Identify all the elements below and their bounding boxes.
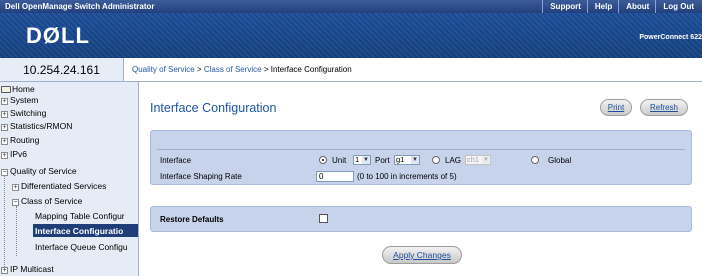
shaping-rate-input[interactable]: 0 <box>316 171 354 182</box>
interface-panel: Interface Unit 1 ▼ Port g1 ▼ LAG ch1 ▼ G… <box>150 130 692 185</box>
sidebar-item-diffserv[interactable]: + Differentiated Services <box>12 181 106 191</box>
port-value: g1 <box>396 155 405 164</box>
sidebar-item-cos[interactable]: − Class of Service <box>12 196 82 206</box>
unit-label: Unit <box>332 156 347 165</box>
sidebar: Home + System + Switching + Statistics/RMON… <box>0 82 139 276</box>
app-title: Dell OpenManage Switch Administrator <box>5 2 155 11</box>
ip-address: 10.254.24.161 <box>0 58 124 82</box>
expand-icon[interactable]: + <box>1 98 8 105</box>
dell-logo: DØLL <box>26 23 90 48</box>
collapse-icon[interactable]: − <box>12 199 19 206</box>
sidebar-item-switching[interactable]: + Switching <box>1 108 46 118</box>
sidebar-item-label: Interface Queue Configu <box>35 242 128 252</box>
collapse-icon[interactable]: − <box>1 169 8 176</box>
page-title: Interface Configuration <box>150 101 277 115</box>
restore-panel: Restore Defaults <box>150 206 692 232</box>
expand-icon[interactable]: + <box>1 124 8 131</box>
sidebar-item-label: Differentiated Services <box>21 181 107 191</box>
expand-icon[interactable]: + <box>1 152 8 159</box>
breadcrumb-bar: Quality of Service > Class of Service > … <box>124 58 702 82</box>
sidebar-item-home[interactable]: Home <box>1 84 35 94</box>
tree-line <box>16 206 17 256</box>
expand-icon[interactable]: + <box>1 111 8 118</box>
breadcrumb-current: Interface Configuration <box>270 65 352 74</box>
lag-radio[interactable] <box>432 156 440 164</box>
restore-defaults-checkbox[interactable] <box>319 214 328 223</box>
panel-divider <box>157 149 685 150</box>
sidebar-item-interface-queue[interactable]: Interface Queue Configu <box>35 242 128 252</box>
global-label: Global <box>548 156 572 165</box>
sidebar-item-label: Quality of Service <box>10 166 77 176</box>
sidebar-item-label: System <box>10 95 39 105</box>
sidebar-item-label: IPv6 <box>10 149 28 159</box>
sidebar-item-label: Switching <box>10 108 47 118</box>
breadcrumb: Quality of Service > Class of Service > … <box>132 65 352 74</box>
shaping-rate-hint: (0 to 100 in increments of 5) <box>357 172 457 181</box>
sidebar-item-qos[interactable]: − Quality of Service <box>1 166 77 176</box>
lag-select[interactable]: ch1 ▼ <box>465 155 491 165</box>
chevron-down-icon: ▼ <box>362 156 370 164</box>
breadcrumb-separator: > <box>194 65 204 74</box>
sidebar-item-ip-multicast[interactable]: + IP Multicast <box>1 264 54 274</box>
sidebar-item-label: Mapping Table Configur <box>35 211 125 221</box>
port-select[interactable]: g1 ▼ <box>394 155 420 165</box>
chevron-down-icon: ▼ <box>411 156 419 164</box>
sidebar-item-label: Interface Configuratio <box>35 226 124 236</box>
refresh-button[interactable]: Refresh <box>640 99 688 116</box>
tree-line <box>4 176 5 271</box>
sidebar-item-routing[interactable]: + Routing <box>1 135 39 145</box>
sidebar-item-ipv6[interactable]: + IPv6 <box>1 149 27 159</box>
chevron-down-icon: ▼ <box>482 156 490 164</box>
sidebar-item-label: Statistics/RMON <box>10 121 73 131</box>
sidebar-item-label: Class of Service <box>21 196 83 206</box>
sidebar-item-label: Home <box>12 84 35 94</box>
about-link[interactable]: About <box>618 0 655 13</box>
restore-defaults-label: Restore Defaults <box>160 215 224 224</box>
unit-radio[interactable] <box>319 156 327 164</box>
sidebar-item-label: Routing <box>10 135 40 145</box>
breadcrumb-separator: > <box>261 65 271 74</box>
expand-icon[interactable]: + <box>1 267 8 274</box>
sidebar-item-mapping-table[interactable]: Mapping Table Configur <box>35 211 125 221</box>
banner: DØLL PowerConnect 622 <box>0 13 702 58</box>
home-icon <box>1 86 11 93</box>
top-links: Support Help About Log Out <box>542 0 700 13</box>
sidebar-item-label: IP Multicast <box>10 264 54 274</box>
unit-value: 1 <box>355 155 360 164</box>
shaping-rate-label: Interface Shaping Rate <box>160 172 242 181</box>
help-link[interactable]: Help <box>586 0 618 13</box>
lag-value: ch1 <box>467 155 480 164</box>
product-name: PowerConnect 622 <box>639 34 702 41</box>
expand-icon[interactable]: + <box>12 184 19 191</box>
top-bar: Dell OpenManage Switch Administrator Sup… <box>0 0 702 13</box>
sidebar-item-statistics[interactable]: + Statistics/RMON <box>1 121 72 131</box>
expand-icon[interactable]: + <box>1 138 8 145</box>
unit-select[interactable]: 1 ▼ <box>353 155 371 165</box>
global-radio[interactable] <box>531 156 539 164</box>
interface-label: Interface <box>160 156 192 165</box>
support-link[interactable]: Support <box>542 0 587 13</box>
breadcrumb-qos[interactable]: Quality of Service <box>132 65 195 74</box>
sidebar-item-system[interactable]: + System <box>1 95 38 105</box>
apply-changes-button[interactable]: Apply Changes <box>382 246 462 264</box>
sidebar-item-interface-configuration[interactable]: Interface Configuratio <box>33 224 138 237</box>
port-label: Port <box>375 156 390 165</box>
breadcrumb-cos[interactable]: Class of Service <box>204 65 262 74</box>
lag-label: LAG <box>445 156 462 165</box>
logout-link[interactable]: Log Out <box>655 0 700 13</box>
print-button[interactable]: Print <box>600 99 632 116</box>
